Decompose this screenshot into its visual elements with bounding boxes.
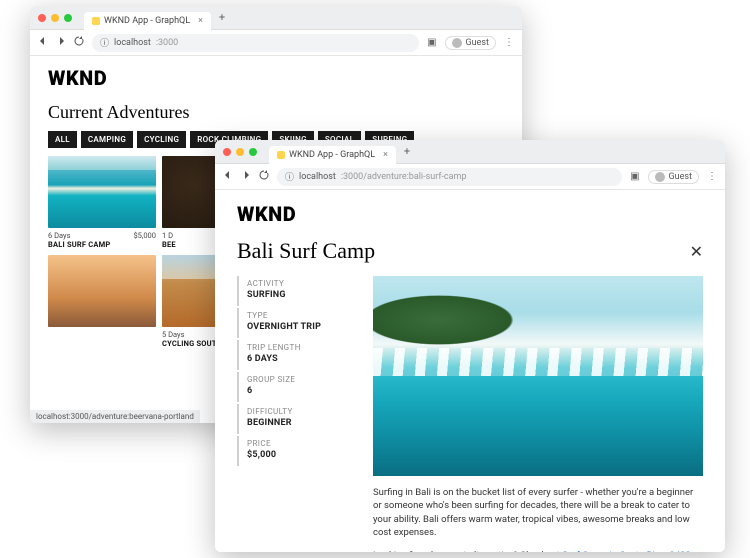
meta-item-price: PRICE $5,000	[237, 436, 355, 466]
meta-label: TYPE	[247, 311, 355, 320]
tab-title: WKND App - GraphQL	[289, 150, 375, 160]
card-meta-row: 6 Days $5,000	[48, 231, 156, 240]
adventure-card[interactable]: 6 Days $5,000BALI SURF CAMP	[48, 156, 156, 249]
profile-button[interactable]: Guest	[648, 170, 699, 184]
meta-value: $5,000	[247, 450, 355, 460]
meta-item-difficulty: DIFFICULTY BEGINNER	[237, 404, 355, 434]
minimize-window-icon[interactable]	[51, 14, 59, 22]
info-icon: ⓘ	[100, 36, 109, 49]
window-controls	[223, 148, 257, 156]
meta-label: DIFFICULTY	[247, 407, 355, 416]
meta-label: GROUP SIZE	[247, 375, 355, 384]
extensions-icon[interactable]: ▣	[630, 171, 639, 182]
meta-sidebar: ACTIVITY SURFING TYPE OVERNIGHT TRIP TRIP LE…	[237, 276, 355, 552]
tab-title: WKND App - GraphQL	[104, 16, 190, 26]
url-path: :3000/adventure:bali-surf-camp	[341, 172, 467, 182]
forward-button[interactable]	[241, 170, 251, 183]
extensions-icon[interactable]: ▣	[427, 37, 436, 48]
guest-label: Guest	[669, 172, 692, 182]
meta-label: TRIP LENGTH	[247, 343, 355, 352]
close-window-icon[interactable]	[38, 14, 46, 22]
back-button[interactable]	[38, 36, 48, 49]
meta-value: 6	[247, 386, 355, 396]
card-price: $5,000	[133, 231, 156, 240]
url-port: :3000	[156, 38, 178, 48]
url-input[interactable]: ⓘ localhost :3000/adventure:bali-surf-cam…	[277, 168, 622, 186]
meta-value: 6 DAYS	[247, 354, 355, 364]
close-detail-button[interactable]: ✕	[690, 242, 703, 261]
meta-item-type: TYPE OVERNIGHT TRIP	[237, 308, 355, 338]
guest-avatar-icon	[452, 38, 462, 48]
description-paragraph: Surfing in Bali is on the bucket list of…	[373, 486, 703, 539]
browser-window-detail: WKND App - GraphQL × + ⓘ localhost :3000/…	[215, 140, 725, 552]
card-duration: 1 D	[162, 231, 173, 240]
back-button[interactable]	[223, 170, 233, 183]
card-thumbnail	[48, 156, 156, 228]
window-controls	[38, 14, 72, 22]
url-host: localhost	[299, 172, 336, 182]
meta-value: SURFING	[247, 290, 355, 300]
site-logo[interactable]: WKND	[237, 202, 703, 226]
meta-label: PRICE	[247, 439, 355, 448]
meta-label: ACTIVITY	[247, 279, 355, 288]
favicon-icon	[277, 151, 285, 159]
address-bar: ⓘ localhost :3000 ▣ Guest ⋮	[30, 30, 522, 56]
url-input[interactable]: ⓘ localhost :3000	[92, 34, 419, 52]
tab-strip: WKND App - GraphQL × +	[30, 6, 522, 30]
related-link[interactable]: Surf Camp in Costa Rica: 3400	[562, 550, 691, 552]
maximize-window-icon[interactable]	[249, 148, 257, 156]
meta-value: OVERNIGHT TRIP	[247, 322, 355, 332]
browser-tab[interactable]: WKND App - GraphQL ×	[269, 146, 396, 164]
close-window-icon[interactable]	[223, 148, 231, 156]
new-tab-button[interactable]: +	[219, 11, 225, 24]
card-title: BALI SURF CAMP	[48, 240, 156, 249]
guest-avatar-icon	[655, 172, 665, 182]
site-logo[interactable]: WKND	[48, 66, 504, 90]
kebab-menu-icon[interactable]: ⋮	[504, 37, 514, 48]
meta-item-activity: ACTIVITY SURFING	[237, 276, 355, 306]
meta-value: BEGINNER	[247, 418, 355, 428]
close-tab-icon[interactable]: ×	[383, 150, 388, 160]
tab-strip: WKND App - GraphQL × +	[215, 140, 725, 164]
description-paragraph: Looking for a low cost alternative? Chec…	[373, 549, 703, 552]
forward-button[interactable]	[56, 36, 66, 49]
info-icon: ⓘ	[285, 170, 294, 183]
guest-label: Guest	[466, 38, 489, 48]
maximize-window-icon[interactable]	[64, 14, 72, 22]
card-duration: 6 Days	[48, 231, 70, 240]
hero-column: Surfing in Bali is on the bucket list of…	[373, 276, 703, 552]
address-bar: ⓘ localhost :3000/adventure:bali-surf-cam…	[215, 164, 725, 190]
card-thumbnail	[48, 255, 156, 327]
description-prefix: Looking for a low cost alternative? Chec…	[373, 550, 562, 552]
new-tab-button[interactable]: +	[404, 145, 410, 158]
reload-button[interactable]	[74, 36, 84, 49]
filter-all[interactable]: ALL	[48, 131, 77, 148]
url-host: localhost	[114, 38, 151, 48]
section-title: Current Adventures	[48, 102, 504, 123]
filter-camping[interactable]: CAMPING	[81, 131, 133, 148]
page-title: Bali Surf Camp	[237, 238, 375, 264]
close-tab-icon[interactable]: ×	[198, 16, 203, 26]
favicon-icon	[92, 17, 100, 25]
minimize-window-icon[interactable]	[236, 148, 244, 156]
adventure-card[interactable]	[48, 255, 156, 348]
kebab-menu-icon[interactable]: ⋮	[707, 171, 717, 182]
page-content: WKND Bali Surf Camp ✕ ACTIVITY SURFING TYP…	[215, 190, 725, 552]
status-bar: localhost:3000/adventure:beervana-portla…	[30, 410, 200, 423]
meta-item-trip-length: TRIP LENGTH 6 DAYS	[237, 340, 355, 370]
profile-button[interactable]: Guest	[445, 36, 496, 50]
reload-button[interactable]	[259, 170, 269, 183]
hero-image	[373, 276, 703, 476]
card-duration: 5 Days	[162, 330, 184, 339]
browser-tab[interactable]: WKND App - GraphQL ×	[84, 12, 211, 30]
meta-item-group-size: GROUP SIZE 6	[237, 372, 355, 402]
filter-cycling[interactable]: CYCLING	[137, 131, 186, 148]
